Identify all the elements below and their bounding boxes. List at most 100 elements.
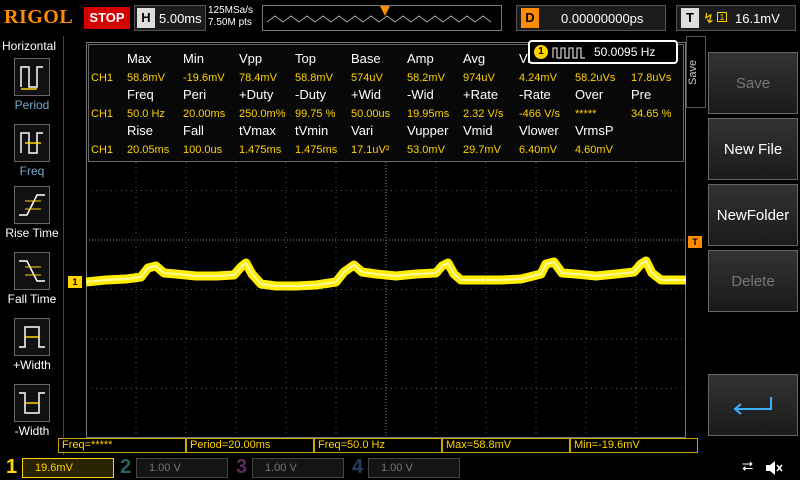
neg-width-label: -Width	[14, 424, 50, 438]
measure-value: 19.95ms	[407, 108, 450, 120]
measure-row-channel: CH1	[91, 72, 114, 84]
fall-time-label: Fall Time	[7, 292, 57, 306]
ch2-scale[interactable]: 1.00 V	[136, 458, 228, 478]
trigger-source-icon: 1	[717, 12, 727, 22]
usb-icon: ⮂	[742, 458, 754, 474]
measure-header: Base	[351, 51, 381, 66]
ch1-offset-marker[interactable]: 1	[68, 276, 82, 288]
measure-value: 4.60mV	[575, 144, 613, 156]
measure-header: Max	[127, 51, 152, 66]
measure-value: 53.0mV	[407, 144, 445, 156]
measure-header: -Wid	[407, 87, 434, 102]
trigger-box[interactable]: T ↯ 1 16.1mV	[676, 5, 796, 31]
measure-header: Top	[295, 51, 316, 66]
fall-time-icon	[14, 252, 50, 290]
measure-header: Min	[183, 51, 204, 66]
measure-freq-button[interactable]: Freq	[2, 124, 62, 186]
measure-period-button[interactable]: Period	[2, 58, 62, 120]
measure-header: Vlower	[519, 123, 559, 138]
measure-value: 99.75 %	[295, 108, 336, 120]
measure-value: 17.1uV²	[351, 144, 390, 156]
trigger-level-marker[interactable]: T	[688, 236, 702, 248]
ch1-number[interactable]: 1	[6, 455, 17, 480]
save-button[interactable]: Save	[708, 52, 798, 114]
measure-value: 50.0 Hz	[127, 108, 165, 120]
measure-value: 1.475ms	[239, 144, 282, 156]
measure-row-channel: CH1	[91, 144, 114, 156]
save-menu-tab[interactable]: Save	[686, 36, 706, 108]
delete-button[interactable]: Delete	[708, 250, 798, 312]
timebase-key: H	[137, 8, 155, 28]
sample-rate: 125MSa/s	[208, 5, 254, 16]
delay-value: 0.00000000ps	[561, 11, 644, 26]
measure-value: 58.2mV	[407, 72, 445, 84]
new-folder-button[interactable]: NewFolder	[708, 184, 798, 246]
measure-value: 34.65 %	[631, 108, 672, 120]
timebase-value: 5.00ms	[159, 11, 202, 26]
new-file-button[interactable]: New File	[708, 118, 798, 180]
freq-counter-channel: 1	[534, 45, 548, 59]
channel-bar: 1 19.6mV 2 1.00 V 3 1.00 V 4 1.00 V ⮂	[0, 455, 800, 480]
measure-value: 100.0us	[183, 144, 223, 156]
speaker-mute-icon[interactable]	[764, 459, 784, 477]
ch2-number[interactable]: 2	[120, 455, 131, 480]
trigger-key: T	[681, 8, 699, 28]
measure-header: VrmsP	[575, 123, 614, 138]
period-label: Period	[14, 98, 50, 112]
measure-value: 58.2uVs	[575, 72, 616, 84]
measure-value: 29.7mV	[463, 144, 501, 156]
enter-button[interactable]	[708, 374, 798, 436]
measure-header: Fall	[183, 123, 204, 138]
ch3-number[interactable]: 3	[236, 455, 247, 480]
measure-header: Avg	[463, 51, 486, 66]
status-freq-counter: Freq=*****	[58, 438, 186, 453]
measure-header: Over	[575, 87, 604, 102]
freq-label: Freq	[19, 164, 45, 178]
measure-value: 1.475ms	[295, 144, 338, 156]
top-bar: RIGOL STOP H 5.00ms 125MSa/s 7.50M pts D…	[0, 0, 800, 36]
measure-row-channel: CH1	[91, 108, 114, 120]
freq-counter-value: 50.0095 Hz	[594, 45, 656, 59]
status-freq: Freq=50.0 Hz	[314, 438, 442, 453]
measure-neg-width-button[interactable]: -Width	[2, 384, 62, 446]
ch1-scale[interactable]: 19.6mV	[22, 458, 114, 478]
measure-value: -466 V/s	[519, 108, 560, 120]
square-wave-icon	[552, 47, 585, 59]
measure-value: *****	[575, 108, 597, 120]
positive-width-icon	[14, 318, 50, 356]
measure-header: Pre	[631, 87, 652, 102]
frequency-counter[interactable]: 1 50.0095 Hz	[528, 40, 678, 64]
delay-box[interactable]: D 0.00000000ps	[516, 5, 666, 31]
measure-value: 574uV	[351, 72, 383, 84]
measure-header: tVmax	[239, 123, 276, 138]
measure-value: 250.0m%	[239, 108, 286, 120]
measure-header: +Wid	[351, 87, 381, 102]
measure-header: Peri	[183, 87, 207, 102]
measure-value: 2.32 V/s	[463, 108, 504, 120]
horizontal-measure-panel: Horizontal Period Freq Rise Time Fall Ti…	[0, 36, 64, 456]
rising-edge-icon: ↯	[703, 10, 715, 26]
trigger-level: 16.1mV	[735, 11, 780, 26]
measure-rise-time-button[interactable]: Rise Time	[2, 186, 62, 248]
sample-info: 125MSa/s 7.50M pts	[208, 5, 253, 29]
panel-title: Horizontal	[2, 39, 57, 53]
measure-header: -Duty	[295, 87, 327, 102]
frequency-icon	[14, 124, 50, 162]
measure-pos-width-button[interactable]: +Width	[2, 318, 62, 380]
status-period: Period=20.00ms	[186, 438, 314, 453]
ch4-scale[interactable]: 1.00 V	[368, 458, 460, 478]
rise-time-label: Rise Time	[5, 226, 59, 240]
measure-header: Vpp	[239, 51, 263, 66]
measure-header: +Duty	[239, 87, 274, 102]
ch4-number[interactable]: 4	[352, 455, 363, 480]
measure-value: -19.6mV	[183, 72, 225, 84]
status-min: Min=-19.6mV	[570, 438, 698, 453]
measure-value: 20.00ms	[183, 108, 226, 120]
memory-depth: 7.50M pts	[208, 17, 252, 28]
measure-fall-time-button[interactable]: Fall Time	[2, 252, 62, 314]
measure-value: 20.05ms	[127, 144, 170, 156]
ch3-scale[interactable]: 1.00 V	[252, 458, 344, 478]
measure-header: tVmin	[295, 123, 329, 138]
run-stop-status[interactable]: STOP	[84, 7, 130, 29]
timebase-box[interactable]: H 5.00ms	[134, 5, 206, 31]
